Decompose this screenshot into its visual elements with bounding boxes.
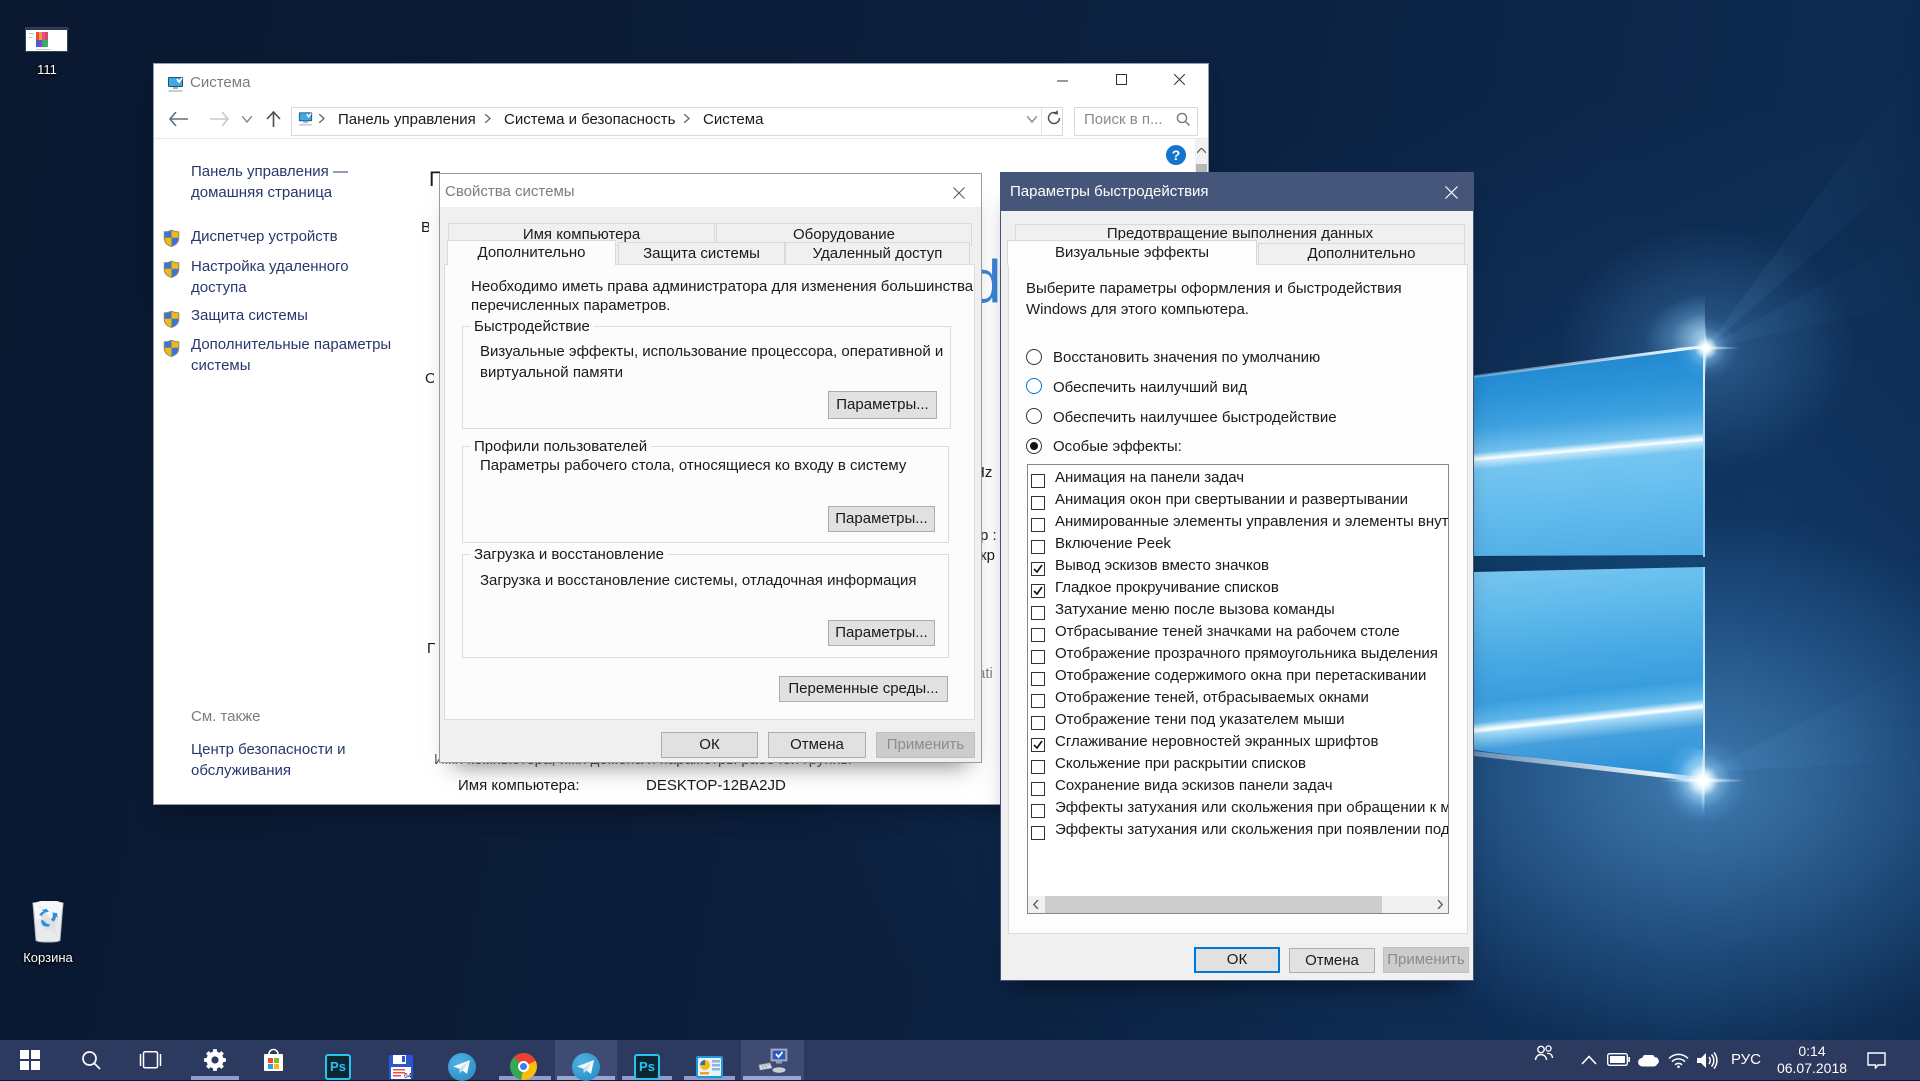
svg-text:64: 64 [404, 1073, 412, 1080]
